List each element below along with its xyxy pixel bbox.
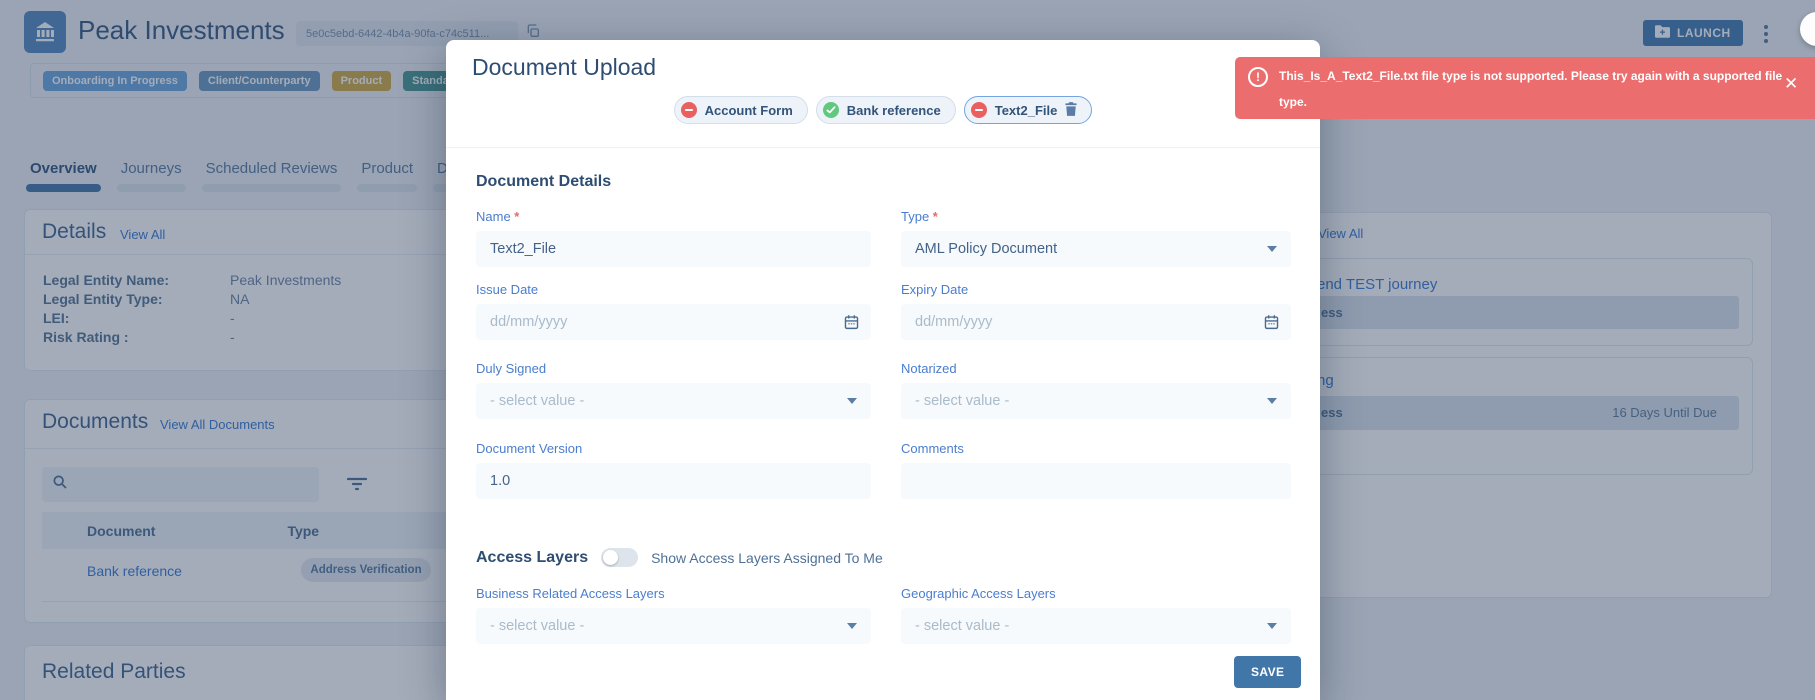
duly-signed-select[interactable]: - select value - — [476, 383, 871, 419]
app-root: Peak Investments 5e0c5ebd-6442-4b4a-90fa… — [0, 0, 1815, 700]
document-version-input[interactable] — [476, 463, 871, 499]
section-document-details: Document Details — [476, 173, 612, 190]
field-issue-date: Issue Date — [476, 281, 871, 340]
field-label: Notarized — [901, 361, 957, 376]
section-access-layers: Access Layers — [476, 548, 589, 566]
chip-bank-reference[interactable]: Bank reference — [815, 96, 956, 124]
name-input[interactable] — [476, 231, 871, 267]
field-expiry-date: Expiry Date — [901, 281, 1291, 340]
access-layers-toggle[interactable] — [601, 548, 639, 567]
chevron-down-icon — [847, 398, 857, 404]
field-name: Name — [476, 208, 871, 267]
field-type: Type AML Policy Document — [901, 208, 1291, 267]
document-upload-modal: Document Upload Account Form Bank refere… — [446, 40, 1320, 700]
chevron-down-icon — [1267, 246, 1277, 252]
field-label: Expiry Date — [901, 282, 969, 297]
field-label: Duly Signed — [476, 361, 547, 376]
field-business-layers: Business Related Access Layers - select … — [476, 585, 871, 644]
save-button[interactable]: SAVE — [1234, 656, 1302, 688]
close-icon[interactable]: ✕ — [1784, 75, 1798, 92]
check-circle-icon — [822, 102, 839, 118]
toggle-label: Show Access Layers Assigned To Me — [651, 549, 883, 566]
chevron-down-icon — [1267, 398, 1277, 404]
chevron-down-icon — [1267, 623, 1277, 629]
field-label: Type — [901, 209, 938, 224]
field-label: Comments — [901, 441, 964, 456]
field-label: Geographic Access Layers — [901, 586, 1056, 601]
chip-text2-file[interactable]: Text2_File — [963, 96, 1093, 124]
trash-icon[interactable] — [1065, 101, 1077, 119]
comments-input[interactable] — [901, 463, 1291, 499]
field-label: Name — [476, 209, 519, 224]
access-layers-header: Access Layers Show Access Layers Assigne… — [476, 548, 883, 567]
field-document-version: Document Version — [476, 440, 871, 499]
field-duly-signed: Duly Signed - select value - — [476, 360, 871, 419]
field-comments: Comments — [901, 440, 1291, 499]
notarized-select[interactable]: - select value - — [901, 383, 1291, 419]
field-label: Document Version — [476, 441, 583, 456]
modal-title: Document Upload — [472, 54, 657, 80]
chevron-down-icon — [847, 623, 857, 629]
field-label: Business Related Access Layers — [476, 586, 665, 601]
document-chips: Account Form Bank reference Text2_File — [446, 96, 1320, 124]
type-select[interactable]: AML Policy Document — [901, 231, 1291, 267]
geographic-layers-select[interactable]: - select value - — [901, 608, 1291, 644]
field-notarized: Notarized - select value - — [901, 360, 1291, 419]
field-geographic-layers: Geographic Access Layers - select value … — [901, 585, 1291, 644]
calendar-icon[interactable] — [1263, 313, 1280, 336]
expiry-date-input[interactable] — [901, 304, 1291, 340]
error-icon: ! — [1248, 67, 1268, 87]
error-toast: ! This_Is_A_Text2_File.txt file type is … — [1235, 57, 1815, 119]
chip-account-form[interactable]: Account Form — [673, 96, 808, 124]
minus-circle-icon — [680, 102, 697, 118]
business-layers-select[interactable]: - select value - — [476, 608, 871, 644]
issue-date-input[interactable] — [476, 304, 871, 340]
minus-circle-icon — [970, 102, 987, 118]
field-label: Issue Date — [476, 282, 539, 297]
toast-message: This_Is_A_Text2_File.txt file type is no… — [1279, 69, 1783, 109]
calendar-icon[interactable] — [843, 313, 860, 336]
